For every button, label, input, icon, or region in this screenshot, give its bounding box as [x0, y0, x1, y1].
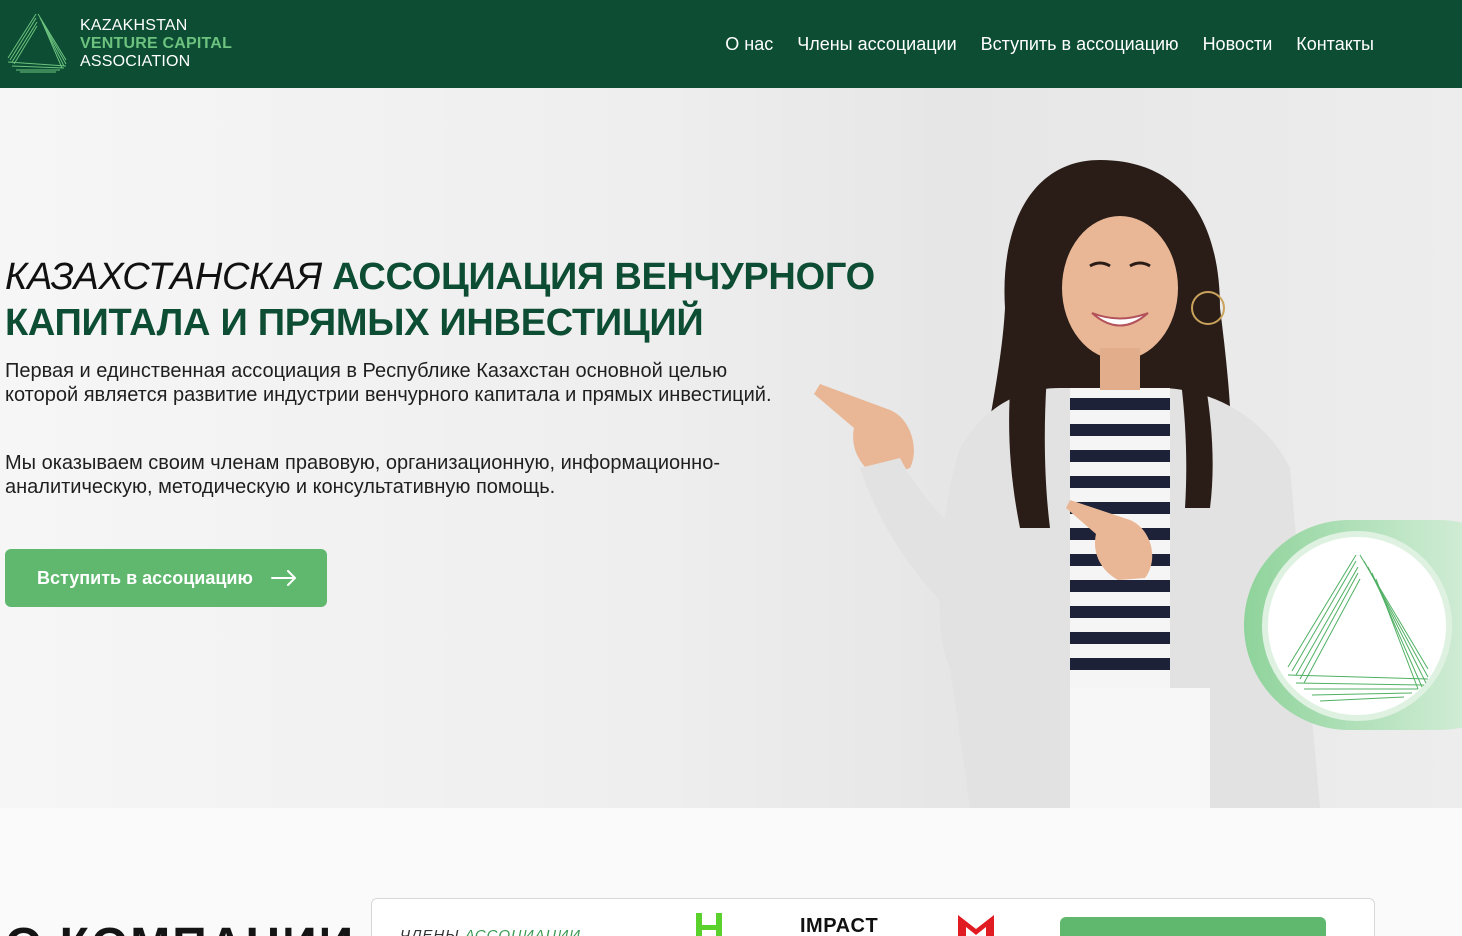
- join-button-label: Вступить в ассоциацию: [37, 567, 253, 588]
- main-nav: О нас Члены ассоциации Вступить в ассоци…: [725, 0, 1374, 88]
- site-header: KAZAKHSTAN VENTURE CAPITAL ASSOCIATION О…: [0, 0, 1462, 88]
- page: KAZAKHSTAN VENTURE CAPITAL ASSOCIATION О…: [0, 0, 1462, 936]
- logo-line-1: KAZAKHSTAN: [80, 17, 188, 34]
- members-card: ЧЛЕНЫ АССОЦИАЦИИ IMPACT: [371, 898, 1375, 936]
- site-logo[interactable]: KAZAKHSTAN VENTURE CAPITAL ASSOCIATION: [4, 10, 244, 76]
- members-label: ЧЛЕНЫ АССОЦИАЦИИ: [400, 927, 581, 936]
- join-association-button[interactable]: Вступить в ассоциацию: [5, 549, 327, 607]
- arrow-right-icon: [270, 570, 296, 586]
- members-button[interactable]: [1060, 917, 1326, 936]
- logo-wordmark: KAZAKHSTAN VENTURE CAPITAL ASSOCIATION: [80, 17, 232, 71]
- nav-news[interactable]: Новости: [1203, 34, 1273, 55]
- hero-paragraph-1: Первая и единственная ассоциация в Респу…: [5, 360, 772, 406]
- nav-members[interactable]: Члены ассоциации: [797, 34, 956, 55]
- nav-about[interactable]: О нас: [725, 34, 773, 55]
- logo-line-3: ASSOCIATION: [80, 53, 191, 70]
- members-label-part-2: АССОЦИАЦИИ: [464, 927, 582, 936]
- triangle-logo-icon: [7, 13, 67, 73]
- hero-title: КАЗАХСТАНСКАЯ АССОЦИАЦИЯ ВЕНЧУРНОГО КАПИ…: [5, 254, 905, 346]
- members-label-part-1: ЧЛЕНЫ: [400, 927, 460, 936]
- about-section: О КОМПАНИИ ЧЛЕНЫ АССОЦИАЦИИ IMPACT: [0, 808, 1462, 936]
- logo-line-2: VENTURE CAPITAL: [80, 35, 233, 52]
- member-h-logo-icon[interactable]: [694, 911, 726, 936]
- badge-circle: [1262, 531, 1452, 721]
- nav-contacts[interactable]: Контакты: [1296, 34, 1374, 55]
- member-m-logo-icon[interactable]: [956, 911, 996, 936]
- hero-paragraph-2: Мы оказываем своим членам правовую, орга…: [5, 452, 720, 498]
- hero-title-accent: КАЗАХСТАНСКАЯ: [5, 256, 322, 298]
- triangle-emblem-icon: [1287, 554, 1429, 702]
- nav-join[interactable]: Вступить в ассоциацию: [981, 34, 1179, 55]
- about-title: О КОМПАНИИ: [5, 918, 355, 936]
- hero-section: КАЗАХСТАНСКАЯ АССОЦИАЦИЯ ВЕНЧУРНОГО КАПИ…: [0, 88, 1462, 808]
- member-impact-logo[interactable]: IMPACT: [800, 915, 878, 936]
